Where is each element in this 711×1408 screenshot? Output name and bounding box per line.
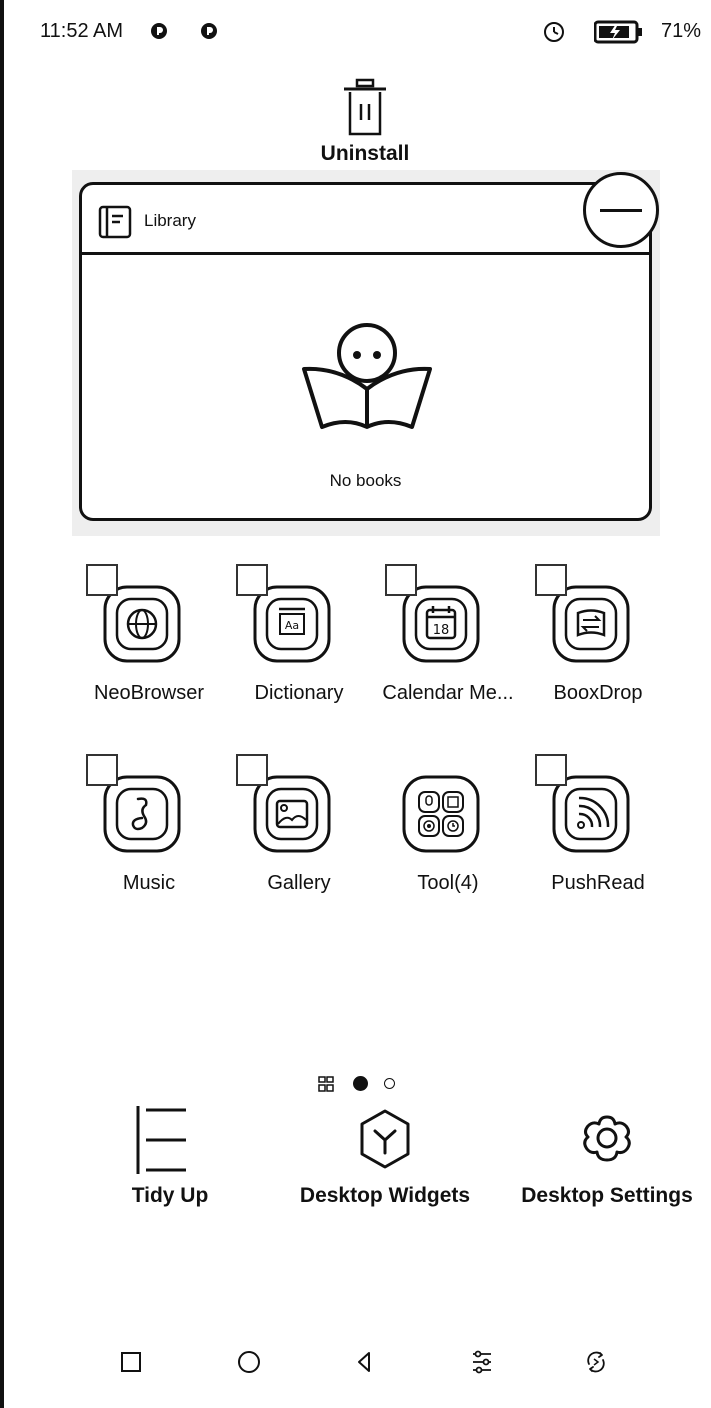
library-widget[interactable]: Library No books [79,182,652,521]
library-empty-text: No books [329,471,402,490]
back-icon[interactable] [344,1342,384,1382]
page-dot[interactable] [384,1078,395,1089]
reading-character-icon [302,323,432,429]
tools-folder-icon [402,775,480,853]
app-tool-folder[interactable]: Tool(4) [373,754,523,894]
app-select-checkbox[interactable] [385,564,417,596]
library-widget-title: Library [144,211,196,230]
dock-label: Tidy Up [131,1184,209,1207]
remove-widget-button[interactable] [583,172,659,248]
status-bar: 11:52 AM 71% [0,0,711,66]
timer-icon [544,22,564,42]
desktop-widgets-button[interactable]: Desktop Widgets [285,1104,485,1214]
dock-label: Desktop Settings [521,1184,693,1207]
app-calendar-memo[interactable]: 18 Calendar Me... [373,564,523,704]
book-icon [98,205,132,239]
app-label: Calendar Me... [382,682,514,704]
widgets-icon [360,1109,410,1169]
app-label: Gallery [267,872,331,894]
home-icon[interactable] [229,1342,269,1382]
status-time: 11:52 AM [40,20,124,42]
rss-icon [552,775,630,853]
music-note-icon [103,775,181,853]
app-label: Dictionary [254,682,344,704]
app-dictionary[interactable]: Aa Dictionary [224,564,374,704]
app-select-checkbox[interactable] [86,564,118,596]
recents-icon[interactable] [111,1342,151,1382]
calendar-day: 18 [433,623,450,638]
uninstall-drop-target[interactable]: Uninstall [300,74,430,174]
tidy-up-button[interactable]: Tidy Up [100,1104,240,1214]
library-widget-header: Library [82,185,649,255]
notification-icon [151,23,167,39]
battery-percent: 71% [660,20,701,42]
app-select-checkbox[interactable] [236,564,268,596]
app-select-checkbox[interactable] [236,754,268,786]
navigation-bar [0,1342,711,1392]
uninstall-label: Uninstall [320,142,410,165]
app-music[interactable]: Music [74,754,224,894]
app-select-checkbox[interactable] [86,754,118,786]
tidy-up-icon [136,1106,186,1174]
app-select-checkbox[interactable] [535,564,567,596]
app-label: BooxDrop [553,682,643,704]
app-label: NeoBrowser [93,682,205,704]
svg-text:Aa: Aa [285,619,299,632]
battery-charging-icon [594,20,642,44]
notification-icon [201,23,217,39]
app-label: PushRead [551,872,645,894]
image-icon [253,775,331,853]
app-drawer-icon[interactable] [316,1074,336,1094]
page-dot-active[interactable] [353,1076,368,1091]
app-pushread[interactable]: PushRead [523,754,673,894]
app-gallery[interactable]: Gallery [224,754,374,894]
trash-icon [344,78,386,136]
transfer-icon [552,585,630,663]
minus-circle-icon [600,209,642,212]
app-select-checkbox[interactable] [535,754,567,786]
app-label: Music [122,872,176,894]
app-neobrowser[interactable]: NeoBrowser [74,564,224,704]
settings-gear-icon [583,1115,631,1162]
refresh-icon[interactable] [576,1342,616,1382]
app-booxdrop[interactable]: BooxDrop [523,564,673,704]
dictionary-icon: Aa [253,585,331,663]
adjust-icon[interactable] [462,1342,502,1382]
page-indicator [316,1072,416,1096]
globe-icon [103,585,181,663]
app-label: Tool(4) [417,872,479,894]
desktop-settings-button[interactable]: Desktop Settings [512,1104,702,1214]
dock-label: Desktop Widgets [299,1184,471,1207]
calendar-icon: 18 [402,585,480,663]
